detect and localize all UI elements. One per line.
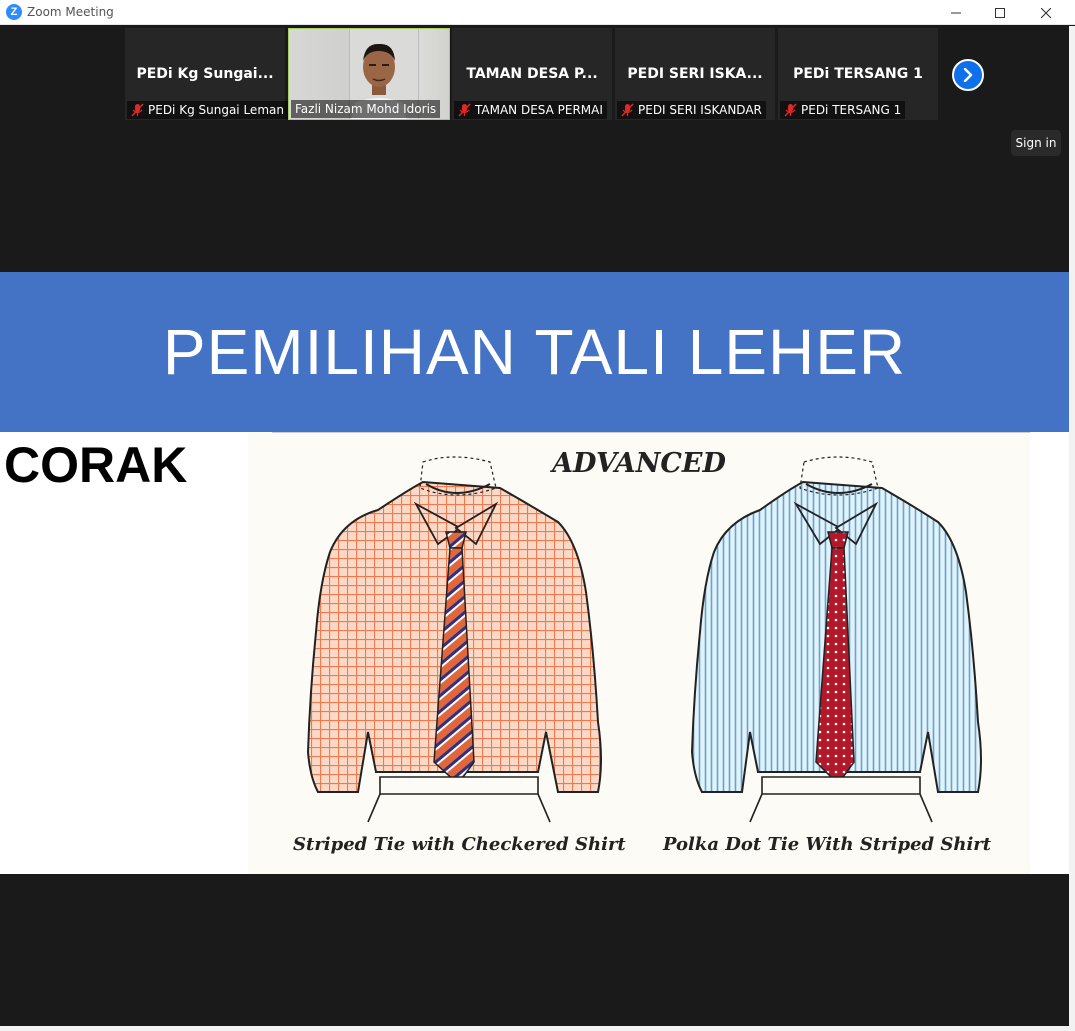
participant-display-name: PEDi Kg Sungai... xyxy=(136,66,274,82)
zoom-logo-icon: Z xyxy=(6,4,22,20)
caption-left: Striped Tie with Checkered Shirt xyxy=(293,834,626,855)
next-participants-button[interactable] xyxy=(952,59,984,91)
slide-title: PEMILIHAN TALI LEHER xyxy=(162,316,907,388)
mic-muted-icon xyxy=(621,103,634,117)
tie-illustration: ADVANCED Striped Tie with Checkered Shir… xyxy=(248,432,1030,874)
participant-label-text: Fazli Nizam Mohd Idoris xyxy=(295,102,437,116)
chevron-right-icon xyxy=(963,68,973,82)
meeting-stage: PEDi Kg Sungai... PEDi Kg Sungai Leman F… xyxy=(0,26,1069,1026)
participant-label: PEDi TERSANG 1 xyxy=(780,101,906,119)
minimize-icon xyxy=(951,12,961,13)
window-right-border xyxy=(1069,26,1075,1031)
participant-display-name: PEDi TERSANG 1 xyxy=(793,66,923,82)
maximize-button[interactable] xyxy=(977,0,1023,25)
minimize-button[interactable] xyxy=(933,0,979,25)
window-titlebar: Z Zoom Meeting xyxy=(0,0,1075,25)
participant-label: TAMAN DESA PERMAI xyxy=(454,101,607,119)
checkered-shirt-drawing xyxy=(306,456,602,823)
participant-label: PEDi Kg Sungai Leman xyxy=(127,101,288,119)
slide-side-heading: CORAK xyxy=(4,437,188,493)
shirt-drawings xyxy=(306,456,982,823)
window-bottom-border xyxy=(0,1026,1075,1031)
participant-tile[interactable]: PEDi TERSANG 1 PEDi TERSANG 1 xyxy=(778,28,938,120)
participant-label: PEDI SERI ISKANDAR xyxy=(617,101,766,119)
slide-header: PEMILIHAN TALI LEHER xyxy=(0,272,1069,432)
participant-label-text: TAMAN DESA PERMAI xyxy=(475,103,603,117)
participant-display-name: TAMAN DESA P... xyxy=(466,66,598,82)
participant-label-text: PEDi Kg Sungai Leman xyxy=(148,103,284,117)
close-icon xyxy=(1041,7,1051,18)
caption-right: Polka Dot Tie With Striped Shirt xyxy=(663,834,992,855)
mic-muted-icon xyxy=(458,103,471,117)
participant-label-text: PEDI SERI ISKANDAR xyxy=(638,103,762,117)
window-title: Zoom Meeting xyxy=(27,5,114,19)
close-button[interactable] xyxy=(1023,0,1069,25)
participant-label: Fazli Nizam Mohd Idoris xyxy=(291,100,441,118)
participant-display-name: PEDI SERI ISKA... xyxy=(627,66,763,82)
shared-screen-slide: PEMILIHAN TALI LEHER CORAK ADVANCED Stri… xyxy=(0,272,1069,874)
participant-tile[interactable]: PEDi Kg Sungai... PEDi Kg Sungai Leman xyxy=(125,28,288,120)
striped-shirt-drawing xyxy=(690,456,982,823)
participant-tile[interactable]: PEDI SERI ISKA... PEDI SERI ISKANDAR xyxy=(615,28,775,120)
sign-in-button[interactable]: Sign in xyxy=(1011,130,1061,156)
maximize-icon xyxy=(995,7,1005,18)
mic-muted-icon xyxy=(131,103,144,117)
participant-label-text: PEDi TERSANG 1 xyxy=(801,103,902,117)
participant-video-tile[interactable]: Fazli Nizam Mohd Idoris xyxy=(288,28,450,120)
mic-muted-icon xyxy=(784,103,797,117)
participant-tile[interactable]: TAMAN DESA P... TAMAN DESA PERMAI xyxy=(452,28,612,120)
